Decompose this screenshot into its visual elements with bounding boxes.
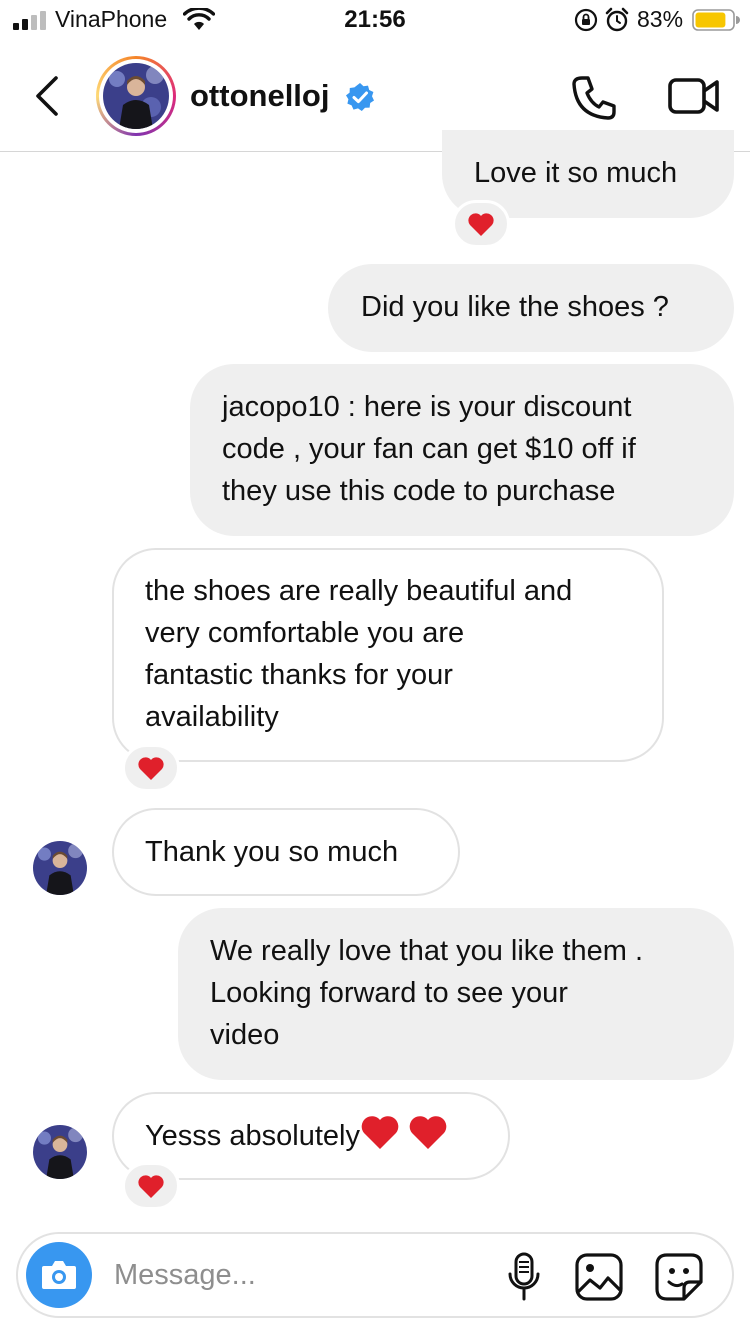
message-text: Love it so much (474, 157, 678, 189)
avatar-photo (33, 1125, 87, 1179)
profile-avatar[interactable] (96, 56, 176, 136)
message-reaction[interactable] (122, 1162, 180, 1210)
message-line: fantastic thanks for your (145, 659, 453, 691)
heart-reaction-icon (468, 213, 494, 236)
message-composer (16, 1232, 734, 1318)
avatar-photo (103, 63, 169, 129)
message-line: jacopo10 : here is your discount (222, 391, 632, 423)
message-text: Thank you so much (145, 836, 399, 868)
phone-icon[interactable] (570, 74, 618, 122)
sender-avatar[interactable] (33, 841, 87, 895)
battery-percent: 83% (637, 6, 684, 32)
message-line: Looking forward to see your (210, 977, 568, 1009)
microphone-icon[interactable] (506, 1252, 542, 1302)
heart-reaction-icon (138, 757, 164, 780)
heart-emoji-icon (409, 1116, 447, 1149)
message-line: they use this code to purchase (222, 475, 616, 507)
alarm-icon (605, 7, 629, 32)
sticker-icon[interactable] (654, 1252, 704, 1302)
message-bubble-outgoing[interactable]: jacopo10 : here is your discount code , … (190, 364, 734, 536)
chat-username[interactable]: ottonelloj (190, 78, 329, 114)
message-text: Did you like the shoes ? (361, 291, 669, 323)
message-line: the shoes are really beautiful and (145, 575, 573, 607)
verified-badge-icon (346, 83, 374, 111)
message-line: video (210, 1019, 280, 1051)
message-bubble-incoming[interactable]: Yesss absolutely (112, 1092, 510, 1180)
camera-icon (42, 1261, 76, 1289)
back-icon[interactable] (28, 74, 68, 118)
message-bubble-outgoing[interactable]: Did you like the shoes ? (328, 264, 734, 352)
message-reaction[interactable] (452, 200, 510, 248)
battery-icon (692, 9, 740, 31)
sender-avatar[interactable] (33, 1125, 87, 1179)
message-input[interactable] (114, 1254, 474, 1296)
message-text: Yesss absolutely (145, 1120, 360, 1152)
message-line: very comfortable you are (145, 617, 465, 649)
rotation-lock-icon (574, 8, 598, 32)
avatar-photo (33, 841, 87, 895)
message-reaction[interactable] (122, 744, 180, 792)
camera-button[interactable] (26, 1242, 92, 1308)
message-line: We really love that you like them . (210, 935, 644, 967)
heart-reaction-icon (138, 1175, 164, 1198)
heart-emoji-icon (361, 1116, 399, 1149)
message-bubble-outgoing[interactable]: We really love that you like them . Look… (178, 908, 734, 1080)
status-bar: VinaPhone 21:56 83% (0, 0, 750, 40)
message-bubble-incoming[interactable]: Thank you so much (112, 808, 460, 896)
message-bubble-incoming[interactable]: the shoes are really beautiful and very … (112, 548, 664, 762)
gallery-icon[interactable] (574, 1252, 624, 1302)
message-line: availability (145, 701, 279, 733)
message-line: code , your fan can get $10 off if (222, 433, 636, 465)
video-camera-icon[interactable] (668, 76, 720, 116)
